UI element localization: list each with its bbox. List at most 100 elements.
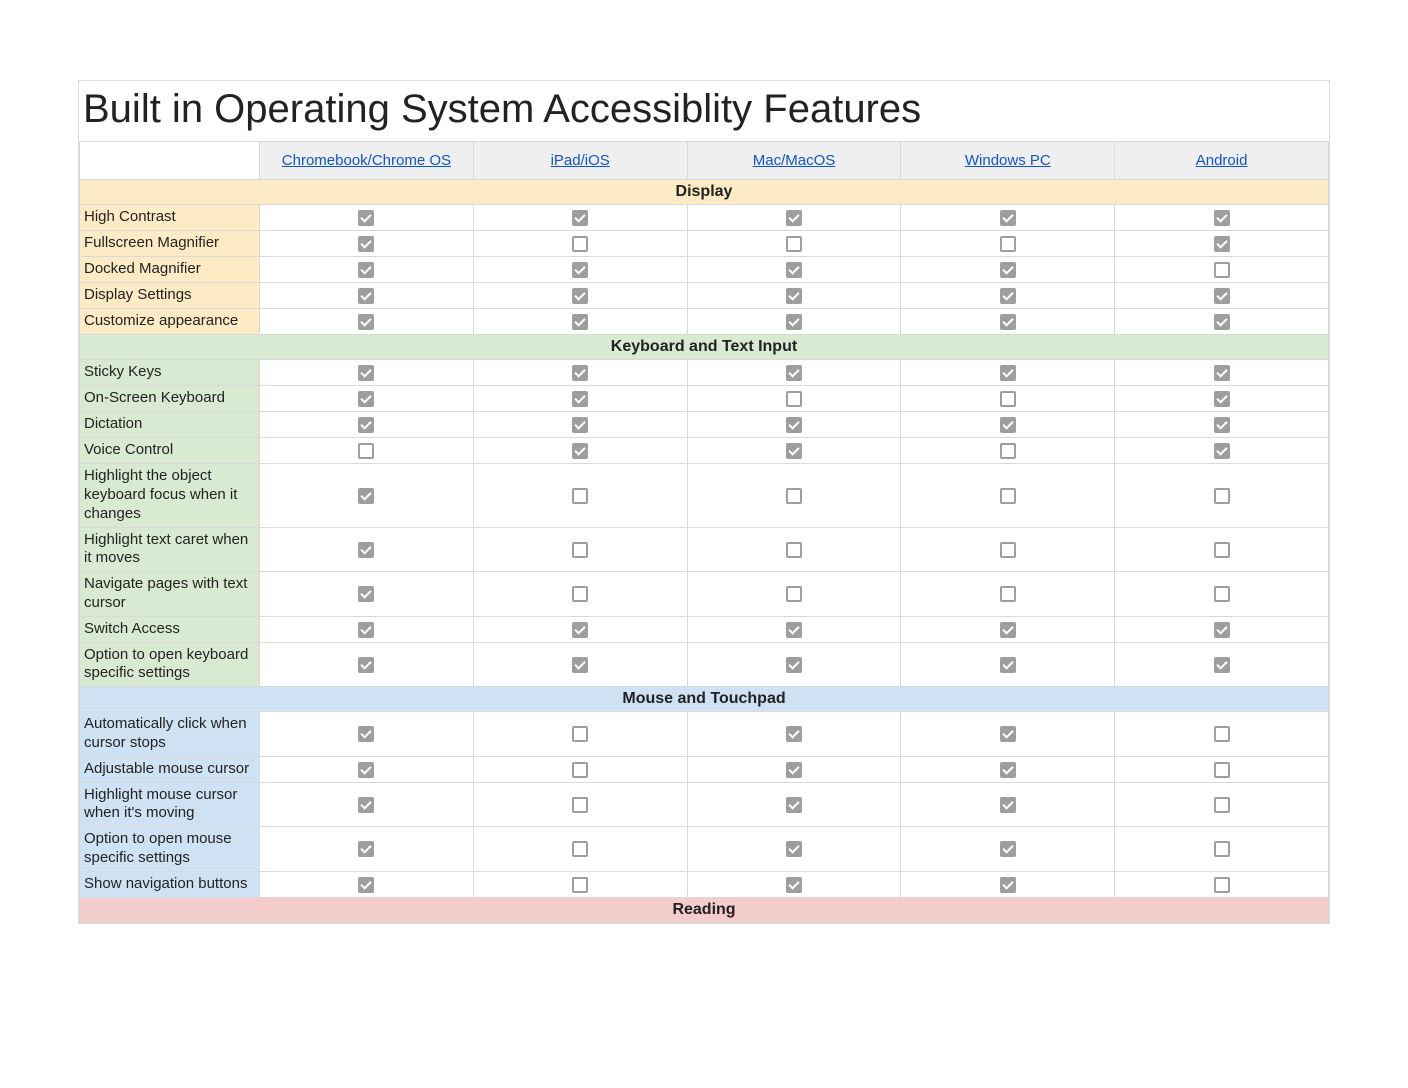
table-row: Fullscreen Magnifier: [80, 231, 1329, 257]
section-heading: Display: [80, 180, 1329, 205]
feature-cell: [260, 438, 474, 464]
table-row: Automatically click when cursor stops: [80, 712, 1329, 757]
checkbox-unchecked-icon: [572, 488, 588, 504]
feature-cell: [687, 360, 901, 386]
feature-cell: [901, 871, 1115, 897]
checkbox-unchecked-icon: [1214, 542, 1230, 558]
col-mac[interactable]: Mac/MacOS: [687, 142, 901, 180]
feature-cell: [260, 360, 474, 386]
checkbox-checked-icon: [1000, 657, 1016, 673]
table-row: Display Settings: [80, 283, 1329, 309]
feature-cell: [260, 871, 474, 897]
checkbox-checked-icon: [1000, 262, 1016, 278]
table-row: High Contrast: [80, 205, 1329, 231]
checkbox-checked-icon: [358, 365, 374, 381]
checkbox-unchecked-icon: [786, 391, 802, 407]
feature-label: Adjustable mouse cursor: [80, 756, 260, 782]
feature-cell: [1115, 231, 1329, 257]
feature-cell: [1115, 642, 1329, 687]
checkbox-checked-icon: [358, 391, 374, 407]
checkbox-checked-icon: [572, 210, 588, 226]
table-row: Option to open mouse specific settings: [80, 827, 1329, 872]
col-ipad[interactable]: iPad/iOS: [473, 142, 687, 180]
feature-cell: [901, 257, 1115, 283]
feature-cell: [473, 527, 687, 572]
checkbox-unchecked-icon: [572, 586, 588, 602]
feature-label: Switch Access: [80, 616, 260, 642]
feature-cell: [473, 386, 687, 412]
feature-cell: [687, 205, 901, 231]
table-row: On-Screen Keyboard: [80, 386, 1329, 412]
feature-cell: [260, 756, 474, 782]
checkbox-checked-icon: [1000, 877, 1016, 893]
feature-cell: [687, 642, 901, 687]
checkbox-checked-icon: [1214, 417, 1230, 433]
section-heading: Keyboard and Text Input: [80, 335, 1329, 360]
feature-cell: [473, 283, 687, 309]
feature-cell: [687, 712, 901, 757]
col-windows[interactable]: Windows PC: [901, 142, 1115, 180]
feature-cell: [687, 438, 901, 464]
col-chromebook[interactable]: Chromebook/Chrome OS: [260, 142, 474, 180]
feature-cell: [473, 438, 687, 464]
feature-cell: [473, 205, 687, 231]
feature-cell: [473, 572, 687, 617]
feature-cell: [260, 412, 474, 438]
feature-cell: [1115, 283, 1329, 309]
feature-label: High Contrast: [80, 205, 260, 231]
feature-label: Dictation: [80, 412, 260, 438]
section-heading: Mouse and Touchpad: [80, 687, 1329, 712]
feature-cell: [687, 616, 901, 642]
checkbox-checked-icon: [1214, 622, 1230, 638]
feature-cell: [260, 572, 474, 617]
feature-cell: [1115, 438, 1329, 464]
checkbox-checked-icon: [1000, 288, 1016, 304]
feature-cell: [260, 205, 474, 231]
feature-cell: [687, 464, 901, 527]
feature-cell: [901, 360, 1115, 386]
feature-cell: [260, 309, 474, 335]
feature-cell: [1115, 827, 1329, 872]
checkbox-unchecked-icon: [1214, 877, 1230, 893]
checkbox-checked-icon: [1000, 797, 1016, 813]
feature-cell: [687, 756, 901, 782]
feature-cell: [1115, 756, 1329, 782]
checkbox-unchecked-icon: [572, 877, 588, 893]
feature-cell: [901, 464, 1115, 527]
feature-cell: [473, 309, 687, 335]
feature-cell: [473, 642, 687, 687]
checkbox-unchecked-icon: [572, 542, 588, 558]
checkbox-unchecked-icon: [1214, 762, 1230, 778]
col-android[interactable]: Android: [1115, 142, 1329, 180]
checkbox-unchecked-icon: [1214, 726, 1230, 742]
feature-cell: [1115, 360, 1329, 386]
checkbox-unchecked-icon: [1000, 542, 1016, 558]
checkbox-checked-icon: [786, 657, 802, 673]
checkbox-unchecked-icon: [1214, 797, 1230, 813]
feature-cell: [901, 438, 1115, 464]
feature-label: Option to open keyboard specific setting…: [80, 642, 260, 687]
feature-cell: [687, 309, 901, 335]
checkbox-checked-icon: [786, 622, 802, 638]
checkbox-checked-icon: [358, 797, 374, 813]
checkbox-checked-icon: [358, 210, 374, 226]
table-row: Voice Control: [80, 438, 1329, 464]
feature-cell: [901, 756, 1115, 782]
checkbox-checked-icon: [786, 726, 802, 742]
table-row: Docked Magnifier: [80, 257, 1329, 283]
feature-cell: [687, 827, 901, 872]
feature-cell: [901, 205, 1115, 231]
feature-label: Customize appearance: [80, 309, 260, 335]
feature-cell: [473, 712, 687, 757]
checkbox-checked-icon: [1000, 417, 1016, 433]
checkbox-checked-icon: [358, 762, 374, 778]
feature-cell: [901, 412, 1115, 438]
feature-cell: [687, 572, 901, 617]
header-blank: [80, 142, 260, 180]
table-row: Sticky Keys: [80, 360, 1329, 386]
feature-cell: [687, 871, 901, 897]
checkbox-unchecked-icon: [572, 236, 588, 252]
feature-label: Voice Control: [80, 438, 260, 464]
checkbox-checked-icon: [572, 314, 588, 330]
checkbox-checked-icon: [572, 622, 588, 638]
